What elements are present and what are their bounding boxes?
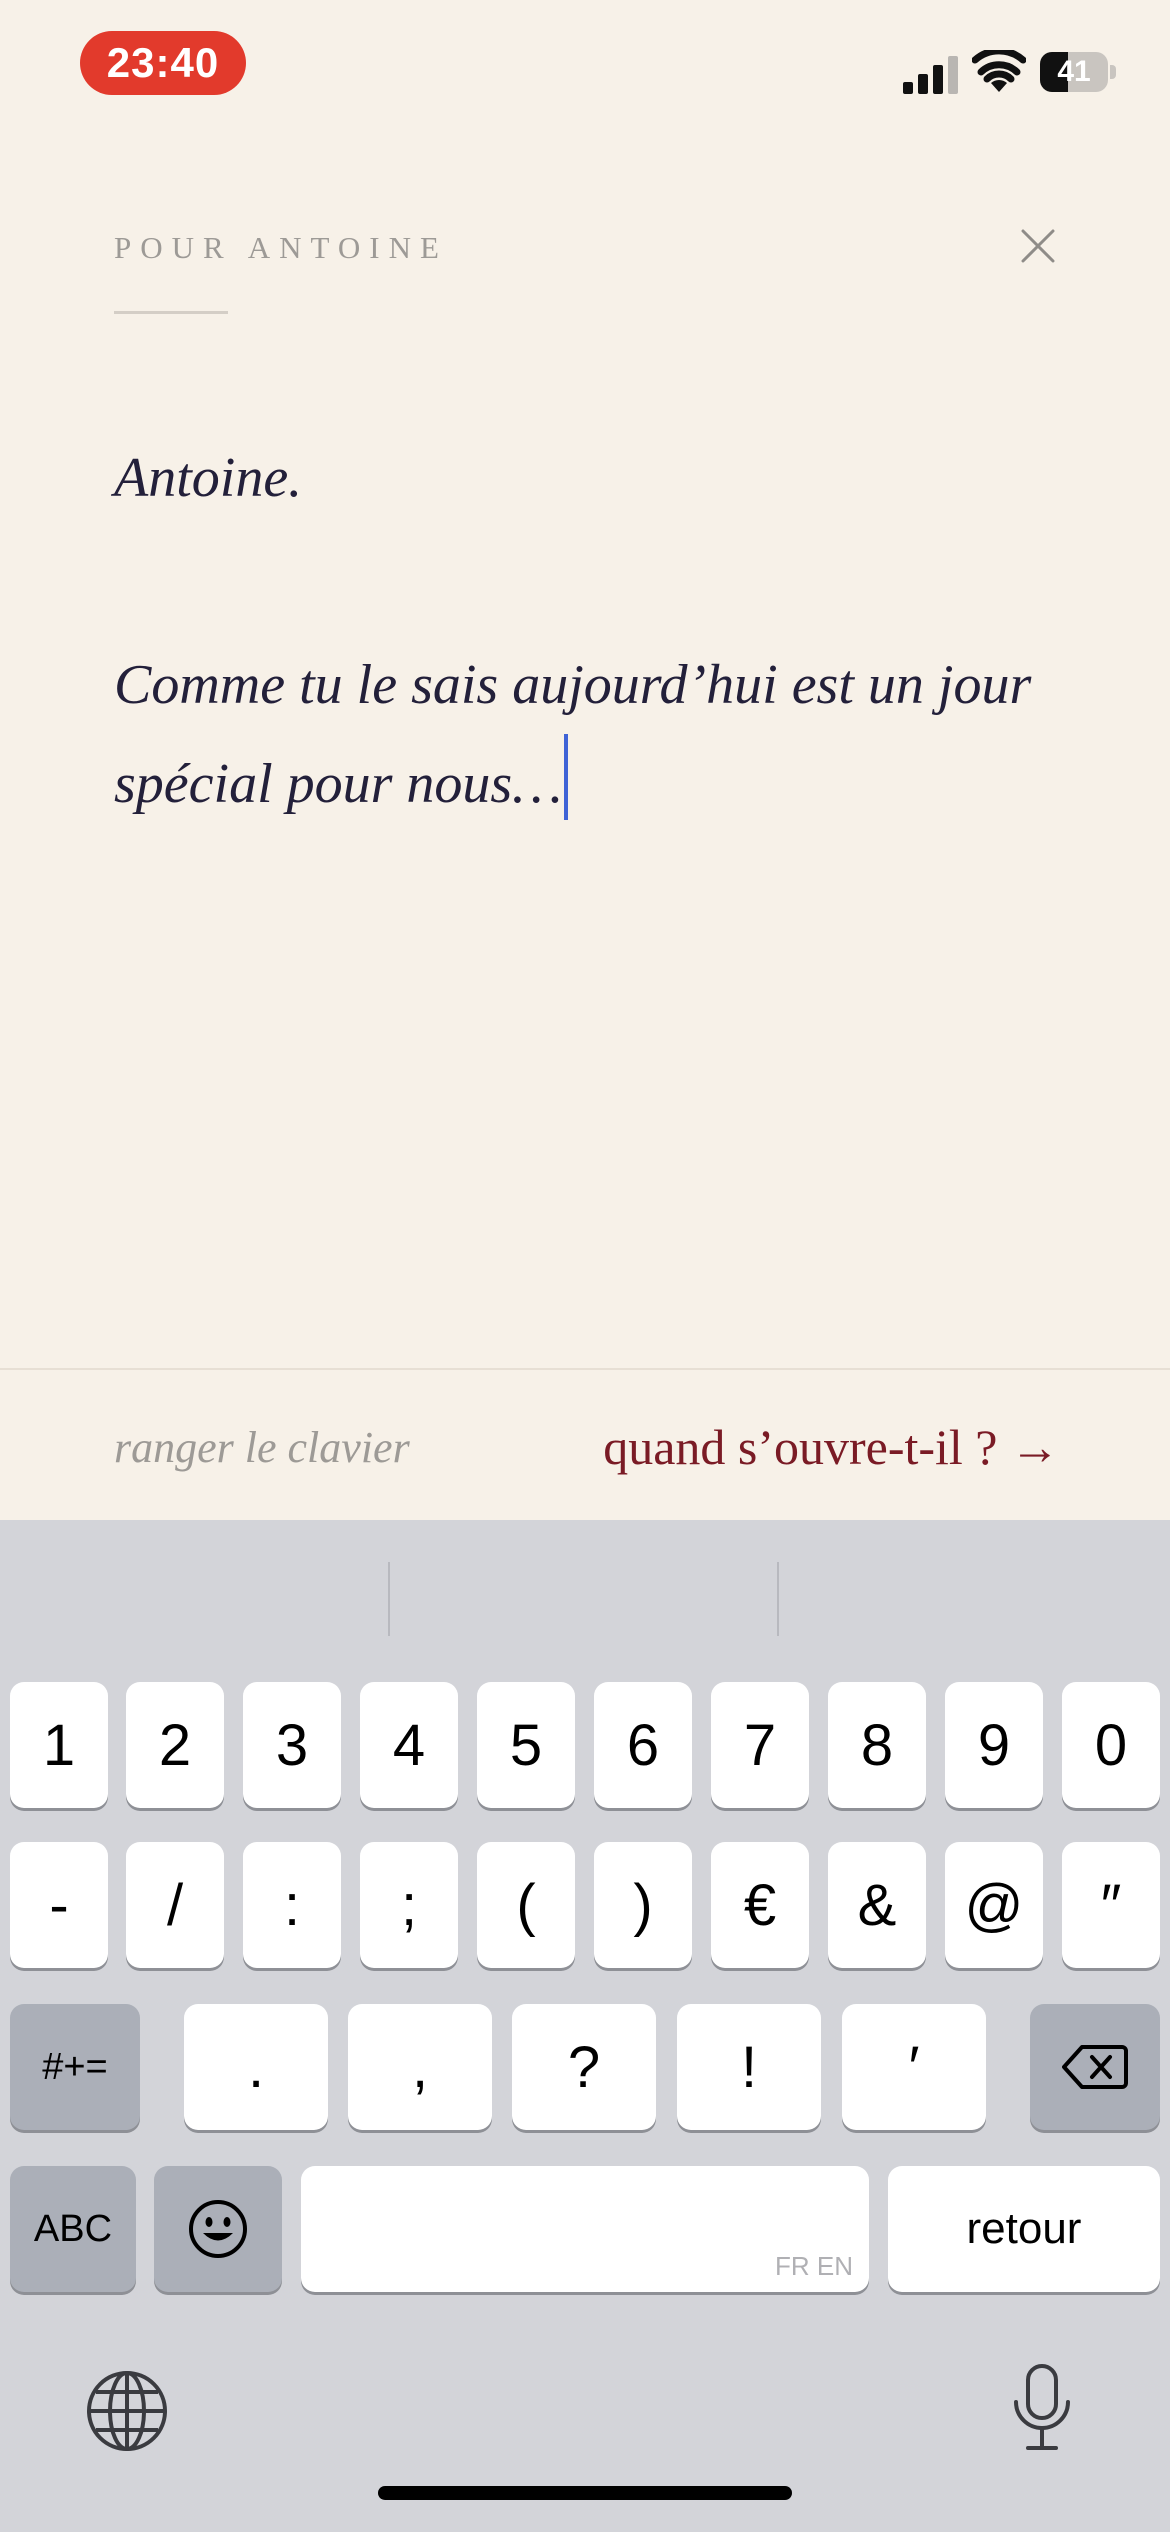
letter-greeting: Antoine. [114,447,303,509]
wifi-icon [972,50,1026,92]
letter-message-text: Comme tu le sais aujourd’hui est un jour… [114,654,1032,815]
keyboard: 1 2 3 4 5 6 7 8 9 0 - / : ; ( ) € & @ ″ … [0,1520,1170,2532]
key-comma[interactable]: , [348,2004,492,2130]
battery-icon: 41 [1040,52,1116,92]
letter-editor[interactable]: Antoine. Comme tu le sais aujourd’hui es… [114,440,1074,833]
recipient-label: POUR ANTOINE [114,230,448,265]
status-time[interactable]: 23:40 [80,31,246,95]
key-abc[interactable]: ABC [10,2166,136,2292]
key-symbols[interactable]: #+= [10,2004,140,2130]
key-period[interactable]: . [184,2004,328,2130]
backspace-icon [1062,2045,1128,2089]
key-double-prime[interactable]: ″ [1062,1842,1160,1968]
key-colon[interactable]: : [243,1842,341,1968]
status-bar: 23:40 41 [0,0,1170,130]
hide-keyboard-button[interactable]: ranger le clavier [114,1422,410,1473]
key-euro[interactable]: € [711,1842,809,1968]
suggestion-divider [777,1562,779,1636]
text-caret [564,734,568,820]
key-semicolon[interactable]: ; [360,1842,458,1968]
space-bar[interactable]: FR EN [301,2166,869,2292]
key-close-paren[interactable]: ) [594,1842,692,1968]
key-3[interactable]: 3 [243,1682,341,1808]
key-2[interactable]: 2 [126,1682,224,1808]
microphone-icon[interactable] [1010,2362,1074,2454]
close-button[interactable] [1014,222,1062,270]
key-9[interactable]: 9 [945,1682,1043,1808]
key-6[interactable]: 6 [594,1682,692,1808]
key-7[interactable]: 7 [711,1682,809,1808]
key-exclamation[interactable]: ! [677,2004,821,2130]
schedule-button[interactable]: quand s’ouvre-t-il ? → [603,1418,1060,1476]
emoji-button[interactable] [154,2166,282,2292]
letter-message[interactable]: Comme tu le sais aujourd’hui est un jour… [114,636,1074,833]
key-8[interactable]: 8 [828,1682,926,1808]
home-indicator[interactable] [378,2486,792,2500]
suggestion-divider [388,1562,390,1636]
globe-icon[interactable] [84,2368,170,2454]
key-slash[interactable]: / [126,1842,224,1968]
header-divider [114,311,228,314]
key-1[interactable]: 1 [10,1682,108,1808]
action-bar: ranger le clavier quand s’ouvre-t-il ? → [0,1368,1170,1520]
key-question[interactable]: ? [512,2004,656,2130]
key-at[interactable]: @ [945,1842,1043,1968]
key-prime[interactable]: ′ [842,2004,986,2130]
close-icon [1021,229,1055,263]
key-4[interactable]: 4 [360,1682,458,1808]
key-hyphen[interactable]: - [10,1842,108,1968]
delete-button[interactable] [1030,2004,1160,2130]
emoji-icon [189,2200,247,2258]
key-ampersand[interactable]: & [828,1842,926,1968]
key-0[interactable]: 0 [1062,1682,1160,1808]
space-language-label: FR EN [775,2251,853,2281]
key-5[interactable]: 5 [477,1682,575,1808]
return-key[interactable]: retour [888,2166,1160,2292]
battery-level: 41 [1057,55,1091,88]
key-open-paren[interactable]: ( [477,1842,575,1968]
signal-icon [903,56,958,94]
